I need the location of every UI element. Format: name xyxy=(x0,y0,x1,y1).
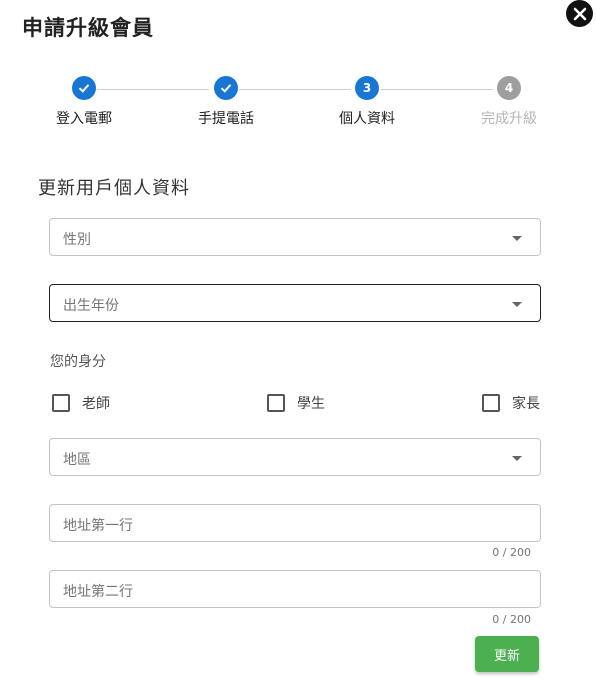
identity-student-checkbox[interactable]: 學生 xyxy=(267,393,325,413)
gender-select[interactable]: 性別 xyxy=(49,218,541,256)
close-icon xyxy=(573,7,586,20)
region-placeholder: 地區 xyxy=(63,452,91,468)
checkbox-icon xyxy=(482,394,500,412)
step-check-icon xyxy=(214,76,238,100)
identity-parent-checkbox[interactable]: 家長 xyxy=(482,393,540,413)
address-line2-placeholder: 地址第二行 xyxy=(63,584,133,600)
dropdown-arrow-icon xyxy=(512,236,522,241)
section-title: 更新用戶個人資料 xyxy=(38,178,190,199)
identity-teacher-checkbox[interactable]: 老師 xyxy=(52,393,110,413)
step-profile: 3 個人資料 xyxy=(307,76,427,128)
step-email: 登入電郵 xyxy=(24,76,144,128)
stepper: 登入電郵 手提電話 3 個人資料 4 完成升級 xyxy=(0,76,596,136)
step-number: 4 xyxy=(497,76,521,100)
region-select[interactable]: 地區 xyxy=(49,438,541,476)
step-number: 3 xyxy=(355,76,379,100)
step-label: 個人資料 xyxy=(339,111,395,127)
address-line1-counter: 0 / 200 xyxy=(492,546,531,559)
birth-year-select[interactable]: 出生年份 xyxy=(49,284,541,322)
gender-placeholder: 性別 xyxy=(63,232,91,248)
step-complete: 4 完成升級 xyxy=(449,76,569,128)
checkbox-label: 學生 xyxy=(297,396,325,412)
checkbox-icon xyxy=(52,394,70,412)
update-button[interactable]: 更新 xyxy=(475,636,539,672)
dropdown-arrow-icon xyxy=(512,456,522,461)
checkbox-label: 家長 xyxy=(512,396,540,412)
dropdown-arrow-icon xyxy=(512,302,522,307)
birth-year-placeholder: 出生年份 xyxy=(63,298,119,314)
upgrade-dialog: 申請升級會員 登入電郵 手提電話 3 個人資料 4 完成升級 更新用戶個人資料 … xyxy=(0,0,596,688)
checkbox-label: 老師 xyxy=(82,396,110,412)
step-check-icon xyxy=(72,76,96,100)
step-label: 手提電話 xyxy=(198,111,254,127)
address-line1-input[interactable]: 地址第一行 xyxy=(49,504,541,542)
step-label: 登入電郵 xyxy=(56,111,112,127)
step-phone: 手提電話 xyxy=(166,76,286,128)
dialog-title: 申請升級會員 xyxy=(22,16,154,40)
address-line1-placeholder: 地址第一行 xyxy=(63,518,133,534)
step-label: 完成升級 xyxy=(481,111,537,127)
address-line2-input[interactable]: 地址第二行 xyxy=(49,570,541,608)
close-button[interactable] xyxy=(566,0,593,27)
identity-label: 您的身分 xyxy=(50,354,106,370)
identity-options: 老師 學生 家長 xyxy=(0,393,596,415)
checkbox-icon xyxy=(267,394,285,412)
address-line2-counter: 0 / 200 xyxy=(492,613,531,626)
